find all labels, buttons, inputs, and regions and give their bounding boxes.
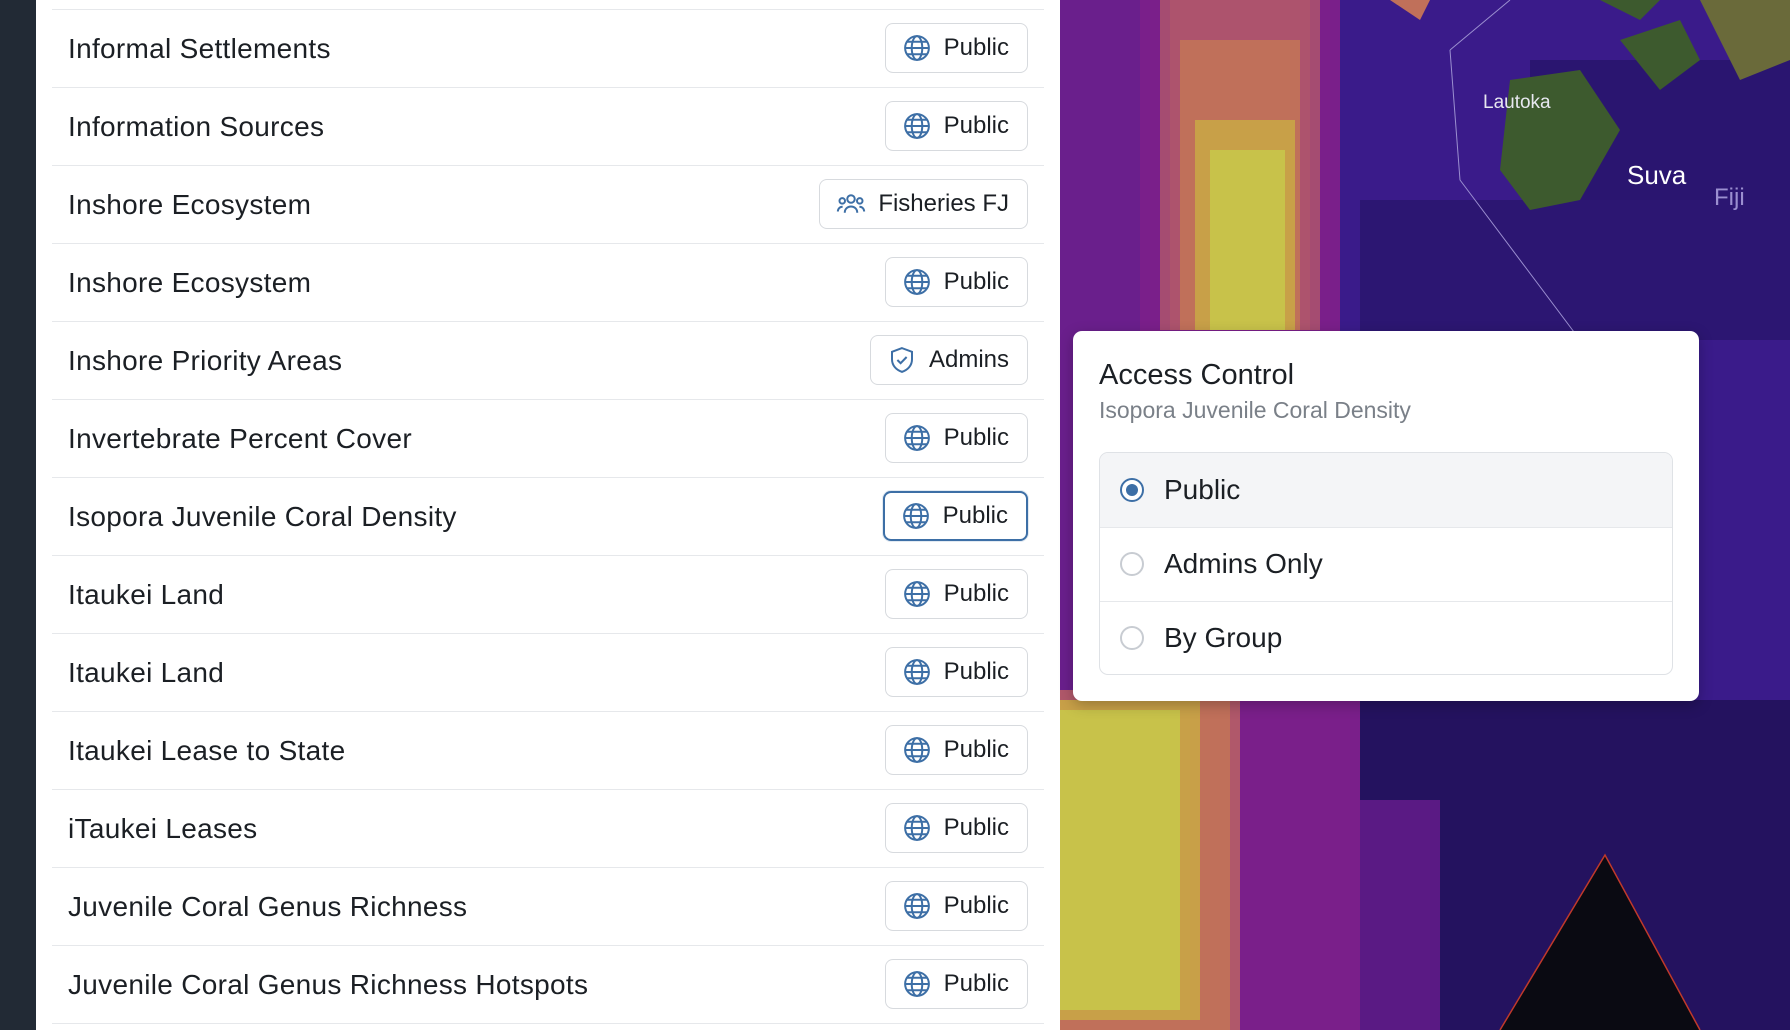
- globe-icon: [902, 579, 944, 609]
- access-badge-button[interactable]: Public: [884, 647, 1028, 697]
- layer-name: iTaukei Leases: [68, 813, 258, 844]
- popup-title: Access Control: [1099, 359, 1295, 391]
- layer-row: iTaukei Leases Public: [52, 790, 1044, 868]
- map-label-lautoka: Lautoka: [1483, 92, 1551, 113]
- map-label-suva: Suva: [1627, 160, 1687, 190]
- layer-name: Juvenile Coral Genus Richness: [68, 891, 468, 922]
- layer-row: Informal Settlements Public: [52, 10, 1044, 88]
- radio-button[interactable]: [1120, 478, 1144, 502]
- globe-icon: [902, 33, 944, 63]
- access-badge-label: Public: [943, 814, 1009, 841]
- access-badge-label: Public: [943, 658, 1009, 685]
- layer-row: Isopora Juvenile Coral Density Public: [52, 478, 1044, 556]
- access-badge-button[interactable]: Fisheries FJ: [819, 179, 1028, 229]
- access-badge-label: Public: [943, 424, 1009, 451]
- layer-name: Invertebrate Percent Cover: [68, 423, 412, 454]
- access-badge-button[interactable]: Public: [884, 803, 1028, 853]
- access-badge-button[interactable]: Public: [884, 101, 1028, 151]
- layer-row: Juvenile Coral Genus Richness Public: [52, 868, 1044, 946]
- layer-row: Itaukei Land Public: [52, 556, 1044, 634]
- access-badge-label: Public: [942, 502, 1008, 529]
- globe-icon: [902, 891, 944, 921]
- layer-name: Itaukei Land: [68, 579, 225, 610]
- globe-icon: [902, 735, 944, 765]
- access-option-public[interactable]: Public: [1100, 453, 1672, 528]
- globe-icon: [902, 969, 944, 999]
- access-badge-button[interactable]: Public: [882, 491, 1028, 541]
- layer-row: Juvenile Coral Genus Richness Hotspots Pu…: [52, 946, 1044, 1024]
- globe-icon: [902, 111, 944, 141]
- globe-icon: [901, 501, 943, 531]
- layer-name: Itaukei Land: [68, 657, 225, 688]
- access-badge-button[interactable]: Public: [884, 959, 1028, 1009]
- radio-button[interactable]: [1120, 626, 1144, 650]
- access-badge-button[interactable]: Public: [884, 413, 1028, 463]
- access-badge-label: Public: [943, 736, 1009, 763]
- globe-icon: [902, 267, 944, 297]
- layer-row: Inshore Priority Areas Admins: [52, 322, 1044, 400]
- access-badge-button[interactable]: Admins: [869, 335, 1028, 385]
- shield-icon: [887, 345, 929, 375]
- globe-icon: [902, 813, 944, 843]
- access-badge-label: Public: [943, 34, 1009, 61]
- access-option-label: Public: [1164, 474, 1241, 505]
- access-badge-button[interactable]: Public: [884, 881, 1028, 931]
- layer-row: Inshore Ecosystem Public: [52, 244, 1044, 322]
- layer-name: Isopora Juvenile Coral Density: [68, 501, 457, 532]
- access-option-label: By Group: [1164, 622, 1283, 653]
- layer-name: Inshore Ecosystem: [68, 189, 312, 220]
- popup-subtitle: Isopora Juvenile Coral Density: [1099, 397, 1411, 423]
- layer-name: Informal Settlements: [68, 33, 331, 64]
- layer-row: Itaukei Land Public: [52, 634, 1044, 712]
- layer-name: Inshore Ecosystem: [68, 267, 312, 298]
- users-icon: [836, 189, 878, 219]
- access-option-label: Admins Only: [1164, 548, 1323, 579]
- radio-button[interactable]: [1120, 552, 1144, 576]
- map-label-fiji: Fiji: [1714, 184, 1745, 211]
- access-badge-label: Public: [943, 970, 1009, 997]
- layer-row: Itaukei Lease to State Public: [52, 712, 1044, 790]
- access-badge-label: Public: [943, 112, 1009, 139]
- access-options: Public Admins Only By Group: [1099, 452, 1673, 675]
- access-control-popup: Access Control Isopora Juvenile Coral De…: [1073, 331, 1699, 701]
- globe-icon: [902, 657, 944, 687]
- layer-name: Information Sources: [68, 111, 325, 142]
- layer-row: Invertebrate Percent Cover Public: [52, 400, 1044, 478]
- access-badge-label: Public: [943, 268, 1009, 295]
- access-badge-label: Public: [943, 580, 1009, 607]
- access-badge-button[interactable]: Public: [884, 569, 1028, 619]
- layer-name: Juvenile Coral Genus Richness Hotspots: [68, 969, 589, 1000]
- layer-row: Information Sources Public: [52, 88, 1044, 166]
- access-badge-button[interactable]: Public: [884, 725, 1028, 775]
- access-option-admins-only[interactable]: Admins Only: [1100, 527, 1672, 602]
- access-badge-label: Public: [943, 892, 1009, 919]
- layer-name: Inshore Priority Areas: [68, 345, 343, 376]
- app-sidebar-edge: [0, 0, 36, 1030]
- globe-icon: [902, 423, 944, 453]
- access-option-by-group[interactable]: By Group: [1100, 601, 1672, 674]
- access-badge-button[interactable]: Public: [884, 257, 1028, 307]
- layer-name: Itaukei Lease to State: [68, 735, 346, 766]
- access-badge-label: Fisheries FJ: [878, 190, 1009, 217]
- access-badge-button[interactable]: Public: [884, 23, 1028, 73]
- layer-row: Inshore Ecosystem Fisheries FJ: [52, 166, 1044, 244]
- access-badge-label: Admins: [928, 346, 1009, 373]
- layer-access-list: Informal Settlements Public Information So…: [36, 0, 1060, 1030]
